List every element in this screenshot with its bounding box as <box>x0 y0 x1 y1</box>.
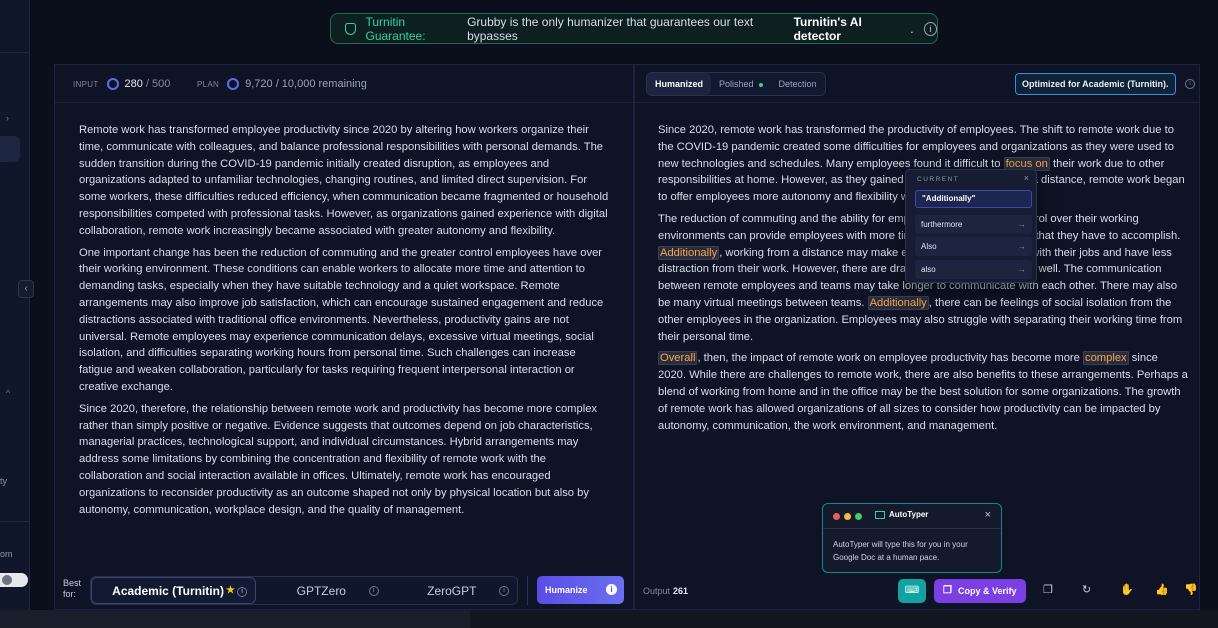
banner-label: Turnitin Guarantee: <box>365 14 426 43</box>
app-root: › ^ ty om ‹ Turnitin Guarantee: Grubby i… <box>0 0 1218 628</box>
input-panel: INPUT 280 / 500 PLAN 9,720 / 10,000 rema… <box>54 64 634 610</box>
window-dots <box>833 513 862 520</box>
autotyper-button[interactable]: ⌨ <box>898 579 926 603</box>
thumbs-down-icon[interactable]: 👎 <box>1184 583 1198 596</box>
divider <box>527 576 528 605</box>
output-counter: Output 261 <box>643 586 688 596</box>
autotyper-title: AutoTyper <box>875 510 928 519</box>
info-icon[interactable]: i <box>1185 79 1195 89</box>
synonym-popup: CURRENT × "Additionally" furthermore → Al… <box>905 169 1037 283</box>
thumbs-up-icon[interactable]: 👍 <box>1155 583 1169 596</box>
theme-toggle[interactable] <box>0 573 28 587</box>
shield-icon <box>345 22 357 35</box>
copy-icon[interactable]: ❐ <box>1043 583 1053 596</box>
synonym-option[interactable]: Also → <box>915 237 1032 256</box>
autotyper-tooltip: AutoTyper × AutoTyper will type this for… <box>822 503 1002 573</box>
arrow-right-icon: → <box>1018 242 1026 251</box>
info-icon[interactable]: i <box>923 21 937 36</box>
input-textarea[interactable]: Remote work has transformed employee pro… <box>79 122 609 523</box>
highlighted-word[interactable]: Additionally <box>867 295 929 310</box>
chevron-right-icon[interactable]: › <box>6 113 9 123</box>
input-header: INPUT 280 / 500 PLAN 9,720 / 10,000 rema… <box>55 65 633 103</box>
highlighted-word[interactable]: complex <box>1082 351 1129 366</box>
option-academic-turnitin[interactable]: Academic (Turnitin) ★ i <box>91 577 257 604</box>
sidebar-active-item[interactable] <box>0 136 20 162</box>
output-header: Humanized Polished Detection Optimized f… <box>635 65 1199 103</box>
sidebar-divider <box>0 521 30 522</box>
autotyper-body: AutoTyper will type this for you in your… <box>833 540 968 562</box>
plan-value: 9,720 / 10,000 remaining <box>245 78 367 90</box>
best-for-line: Best <box>63 578 82 588</box>
banner-text: Grubby is the only humanizer that guaran… <box>467 14 754 43</box>
arrow-right-icon: → <box>1018 265 1026 274</box>
input-max: / 500 <box>145 78 171 90</box>
tab-detection[interactable]: Detection <box>771 73 825 95</box>
input-label: INPUT <box>73 79 99 89</box>
optimized-badge: Optimized for Academic (Turnitin). <box>1015 73 1176 95</box>
chevron-up-icon[interactable]: ^ <box>6 388 10 398</box>
sidebar-divider <box>0 52 30 53</box>
highlighted-word[interactable]: Additionally <box>658 245 720 260</box>
close-icon[interactable]: × <box>1024 173 1029 183</box>
current-word: "Additionally" <box>915 190 1032 208</box>
sidebar-item-label[interactable]: ty <box>0 476 7 486</box>
option-label: Academic (Turnitin) <box>112 583 224 598</box>
input-paragraph: Remote work has transformed employee pro… <box>79 124 609 237</box>
collapse-sidebar-button[interactable]: ‹ <box>18 280 34 298</box>
progress-ring-icon <box>227 78 240 90</box>
input-counter: INPUT 280 / 500 <box>73 78 170 90</box>
input-count: 280 <box>124 78 143 90</box>
input-paragraph: One important change has been the reduct… <box>79 246 604 393</box>
info-icon[interactable]: i <box>499 586 510 596</box>
tab-humanized[interactable]: Humanized <box>647 73 712 95</box>
arrow-right-icon: → <box>1018 220 1026 229</box>
info-icon[interactable]: i <box>237 587 248 597</box>
divider <box>823 528 1001 529</box>
output-tabs: Humanized Polished Detection <box>646 72 826 96</box>
synonym-label: also <box>921 265 936 274</box>
output-label: Output <box>643 586 671 596</box>
plan-label: PLAN <box>197 79 220 89</box>
copy-verify-button[interactable]: ❐ Copy & Verify <box>934 579 1026 603</box>
best-for-label: Best for: <box>63 578 81 600</box>
synonym-option[interactable]: also → <box>915 260 1032 279</box>
option-label: GPTZero <box>296 583 346 598</box>
output-paragraph: Overall, then, the impact of remote work… <box>658 350 1188 434</box>
humanize-label: Humanize <box>545 585 588 595</box>
info-icon[interactable]: i <box>368 586 379 596</box>
copy-verify-label: Copy & Verify <box>958 586 1017 596</box>
hand-icon[interactable]: ✋ <box>1120 583 1134 596</box>
detector-selector: Academic (Turnitin) ★ i GPTZero i ZeroGPT i <box>90 576 518 605</box>
plan-counter: PLAN 9,720 / 10,000 remaining <box>197 78 367 90</box>
banner-bold: Turnitin's AI detector <box>793 14 862 43</box>
option-label: ZeroGPT <box>427 583 477 598</box>
highlighted-word[interactable]: Overall <box>658 351 698 366</box>
synonym-label: furthermore <box>921 220 963 229</box>
progress-ring-icon <box>106 78 119 90</box>
popup-current-label: CURRENT <box>917 176 960 183</box>
refresh-icon[interactable]: ↻ <box>1082 583 1091 596</box>
star-icon: ★ <box>225 585 235 596</box>
info-icon: i <box>606 584 617 595</box>
copy-icon: ❐ <box>943 585 952 596</box>
input-paragraph: Since 2020, therefore, the relationship … <box>79 402 598 516</box>
guarantee-banner: Turnitin Guarantee: Grubby is the only h… <box>330 13 938 44</box>
status-dot <box>758 82 763 87</box>
sidebar: › ^ ty om <box>0 0 30 610</box>
text-span: , then, the impact of remote work on emp… <box>697 352 1083 365</box>
synonym-label: Also <box>921 242 937 251</box>
option-zerogpt[interactable]: ZeroGPT i <box>387 577 517 604</box>
output-count: 261 <box>673 586 689 596</box>
humanize-button[interactable]: Humanize i <box>537 576 624 604</box>
option-gptzero[interactable]: GPTZero i <box>256 577 386 604</box>
close-icon[interactable]: × <box>985 509 991 521</box>
sidebar-item-label[interactable]: om <box>0 549 13 559</box>
synonym-option[interactable]: furthermore → <box>915 215 1032 234</box>
best-for-line: for: <box>63 589 77 599</box>
taskbar <box>0 610 1218 628</box>
tab-polished[interactable]: Polished <box>711 73 771 95</box>
banner-end: . <box>910 21 914 36</box>
tab-label: Polished <box>719 79 754 89</box>
